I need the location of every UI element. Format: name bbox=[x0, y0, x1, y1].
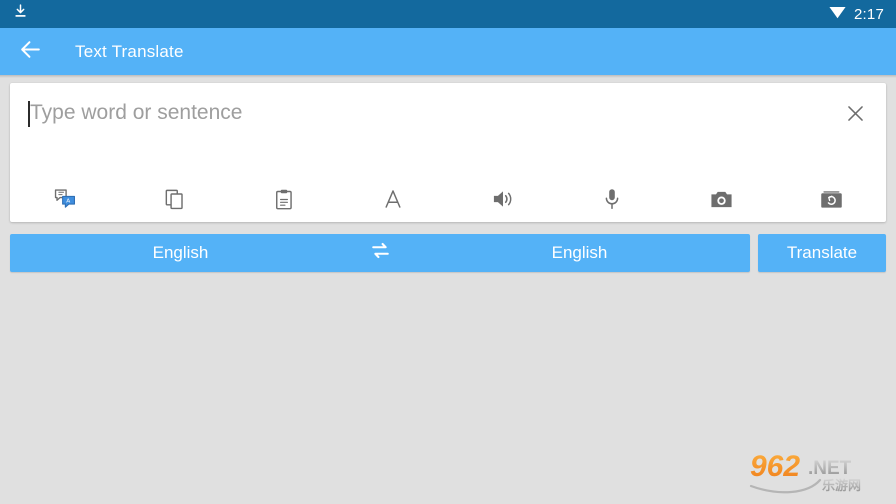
status-bar: 2:17 bbox=[0, 0, 896, 28]
camera-icon bbox=[710, 190, 733, 209]
copy-button[interactable] bbox=[120, 182, 230, 216]
watermark-logo: 962 .NET 乐游网 bbox=[748, 444, 888, 498]
language-pair-group: English English bbox=[10, 234, 750, 272]
input-tool-row: A bbox=[10, 182, 886, 216]
speaker-icon bbox=[492, 189, 514, 209]
input-placeholder: Type word or sentence bbox=[30, 101, 243, 124]
app-screen: 2:17 Text Translate Type word or sentenc… bbox=[0, 0, 896, 504]
translate-button[interactable]: Translate bbox=[758, 234, 886, 272]
watermark-cn: 乐游网 bbox=[822, 478, 861, 494]
app-bar-shadow bbox=[0, 75, 896, 78]
gallery-icon bbox=[820, 190, 843, 209]
back-button[interactable] bbox=[6, 28, 54, 75]
close-icon bbox=[845, 103, 866, 129]
download-icon bbox=[12, 3, 29, 25]
source-language-button[interactable]: English bbox=[10, 234, 351, 272]
clock-time: 2:17 bbox=[854, 5, 884, 23]
wifi-icon bbox=[828, 4, 847, 24]
microphone-icon bbox=[604, 188, 620, 210]
translate-text-input[interactable]: Type word or sentence bbox=[28, 99, 826, 179]
camera-button[interactable] bbox=[667, 182, 777, 216]
text-input-card: Type word or sentence A bbox=[10, 83, 886, 222]
status-bar-right: 2:17 bbox=[828, 4, 884, 24]
app-bar: Text Translate bbox=[0, 28, 896, 75]
page-title: Text Translate bbox=[75, 41, 184, 61]
watermark-number: 962 bbox=[750, 450, 800, 483]
status-bar-left bbox=[12, 3, 29, 25]
clear-text-button[interactable] bbox=[836, 97, 874, 135]
conversation-translate-button[interactable]: A bbox=[10, 182, 120, 216]
swap-languages-button[interactable] bbox=[351, 234, 409, 272]
conversation-translate-icon: A bbox=[54, 189, 76, 209]
microphone-button[interactable] bbox=[558, 182, 668, 216]
watermark-suffix: .NET bbox=[808, 458, 852, 479]
svg-text:A: A bbox=[66, 198, 70, 204]
font-size-button[interactable] bbox=[339, 182, 449, 216]
language-selection-bar: English English Translate bbox=[10, 234, 886, 272]
gallery-button[interactable] bbox=[777, 182, 887, 216]
target-language-button[interactable]: English bbox=[409, 234, 750, 272]
speaker-button[interactable] bbox=[448, 182, 558, 216]
copy-icon bbox=[165, 189, 184, 210]
font-size-icon bbox=[382, 188, 404, 210]
swap-icon bbox=[370, 240, 391, 266]
paste-icon bbox=[275, 189, 293, 210]
paste-button[interactable] bbox=[229, 182, 339, 216]
back-arrow-icon bbox=[18, 37, 43, 67]
